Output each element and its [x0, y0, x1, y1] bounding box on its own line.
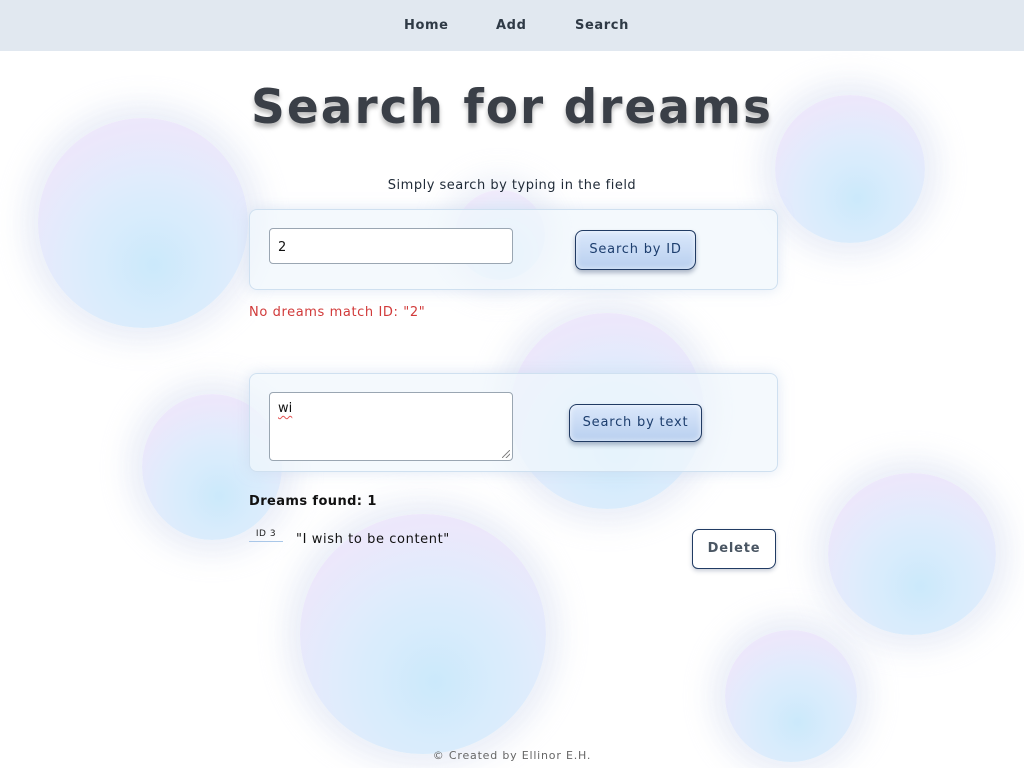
resize-handle-icon[interactable] [502, 450, 510, 458]
footer-credit: © Created by Ellinor E.H. [432, 749, 592, 762]
id-search-input[interactable]: 2 [269, 228, 513, 264]
results-count: Dreams found: 1 [249, 494, 377, 509]
delete-button[interactable]: Delete [692, 529, 776, 569]
search-instruction: Simply search by typing in the field [387, 178, 637, 193]
text-search-panel: wi Search by text [249, 373, 778, 472]
id-search-value: 2 [278, 240, 287, 255]
id-search-error: No dreams match ID: "2" [249, 305, 426, 320]
dream-text: "I wish to be content" [296, 532, 450, 547]
nav-link-add[interactable]: Add [496, 18, 526, 33]
dream-id-badge: ID 3 [249, 529, 283, 542]
background-bubble [38, 118, 248, 328]
background-bubble [725, 630, 857, 762]
text-search-value: wi [278, 401, 293, 416]
search-by-id-button[interactable]: Search by ID [575, 230, 696, 270]
page-title: Search for dreams [251, 80, 773, 135]
nav-link-home[interactable]: Home [404, 18, 449, 33]
background-bubble [828, 473, 996, 635]
id-search-panel: 2 Search by ID [249, 209, 778, 290]
result-item: ID 3 "I wish to be content" Delete [249, 526, 778, 572]
text-search-input[interactable]: wi [269, 392, 513, 461]
nav-link-search[interactable]: Search [575, 18, 629, 33]
top-navbar: Home Add Search [0, 0, 1024, 51]
search-by-text-button[interactable]: Search by text [569, 404, 702, 442]
